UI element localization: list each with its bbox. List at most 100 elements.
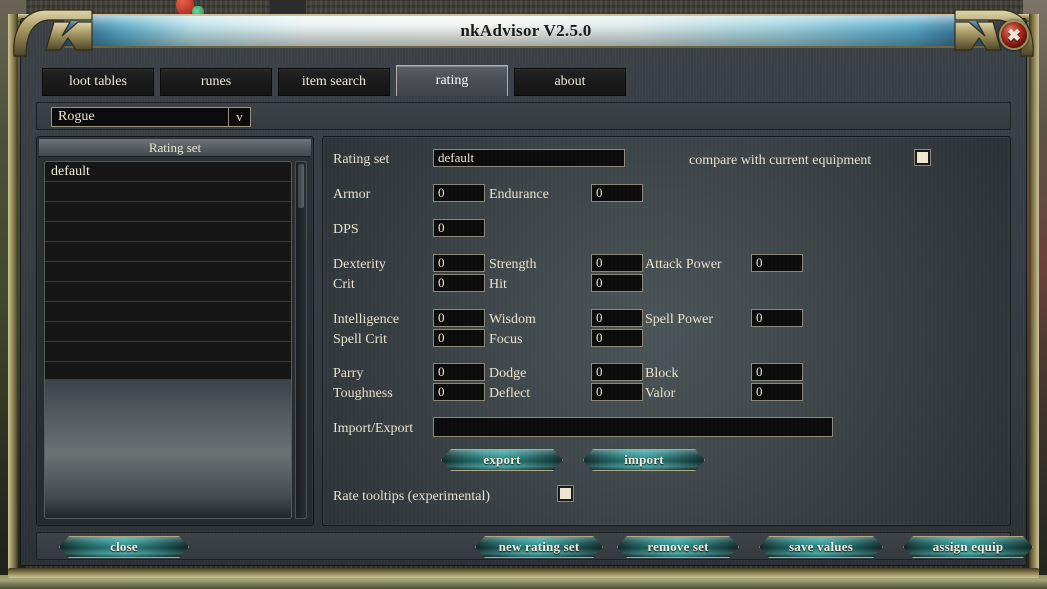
label-rate-tooltips: Rate tooltips (experimental) [333, 489, 491, 504]
rating-set-panel: Rating set default [36, 136, 314, 526]
rating-set-list-scrollbar[interactable] [295, 161, 307, 519]
rating-set-list-item[interactable] [45, 182, 291, 202]
deflect-input[interactable] [591, 383, 643, 401]
dodge-input[interactable] [591, 363, 643, 381]
tab-label: loot tables [69, 74, 127, 89]
frame-right-edge [1029, 14, 1039, 570]
class-dropdown[interactable]: Rogue v [51, 107, 251, 127]
label-toughness: Toughness [333, 386, 393, 401]
label-parry: Parry [333, 366, 364, 381]
remove-set-button[interactable]: remove set [617, 536, 739, 558]
rating-set-list-item[interactable] [45, 242, 291, 262]
tab-rating[interactable]: rating [396, 65, 508, 96]
label-endurance: Endurance [489, 187, 549, 202]
wisdom-input[interactable] [591, 309, 643, 327]
rating-set-list-item[interactable] [45, 222, 291, 242]
close-button[interactable]: close [59, 536, 189, 558]
frame-left-edge [8, 14, 18, 570]
rating-set-list-item[interactable]: default [45, 162, 291, 182]
frame-bottom-edge [8, 568, 1039, 578]
class-dropdown-value: Rogue [58, 109, 95, 124]
valor-input[interactable] [751, 383, 803, 401]
close-icon: ✖ [1006, 25, 1022, 45]
close-window-button[interactable]: ✖ [999, 20, 1029, 50]
save-values-button[interactable]: save values [759, 536, 883, 558]
endurance-input[interactable] [591, 184, 643, 202]
rating-set-list-item[interactable] [45, 202, 291, 222]
label-dexterity: Dexterity [333, 257, 386, 272]
import-button[interactable]: import [583, 449, 705, 471]
rating-set-list-item[interactable] [45, 322, 291, 342]
tab-item-search[interactable]: item search [278, 68, 390, 96]
label-rating-set: Rating set [333, 152, 390, 167]
label-spell-power: Spell Power [645, 312, 714, 327]
crit-input[interactable] [433, 274, 485, 292]
hit-input[interactable] [591, 274, 643, 292]
label-crit: Crit [333, 277, 355, 292]
export-button-label: export [483, 452, 521, 467]
window-content: loot tables runes item search rating abo… [22, 52, 1025, 564]
remove-set-button-label: remove set [647, 539, 709, 554]
tab-loot-tables[interactable]: loot tables [42, 68, 154, 96]
tab-runes[interactable]: runes [160, 68, 272, 96]
new-rating-set-button-label: new rating set [498, 539, 580, 554]
close-button-label: close [110, 539, 138, 554]
spell-power-input[interactable] [751, 309, 803, 327]
window-title: nkAdvisor V2.5.0 [460, 21, 592, 40]
rating-set-name-input[interactable] [433, 149, 625, 167]
screen: nkAdvisor V2.5.0 ✖ loot tables runes ite… [0, 0, 1047, 589]
tab-label: rating [435, 73, 469, 88]
tab-label: about [554, 74, 586, 89]
label-focus: Focus [489, 332, 523, 347]
rate-tooltips-checkbox[interactable] [558, 486, 573, 501]
tab-strip: loot tables runes item search rating abo… [42, 65, 626, 96]
compare-with-current-equipment-checkbox[interactable] [915, 150, 930, 165]
rating-set-panel-title: Rating set [39, 139, 311, 157]
label-deflect: Deflect [489, 386, 531, 401]
assign-equip-button-label: assign equip [932, 539, 1004, 554]
label-attack-power: Attack Power [645, 257, 722, 272]
label-wisdom: Wisdom [489, 312, 536, 327]
focus-input[interactable] [591, 329, 643, 347]
label-hit: Hit [489, 277, 507, 292]
label-spell-crit: Spell Crit [333, 332, 388, 347]
tab-label: runes [200, 74, 232, 89]
parry-input[interactable] [433, 363, 485, 381]
label-import-export: Import/Export [333, 421, 414, 436]
intelligence-input[interactable] [433, 309, 485, 327]
rating-set-list-item[interactable] [45, 282, 291, 302]
label-valor: Valor [645, 386, 676, 401]
label-block: Block [645, 366, 679, 381]
save-values-button-label: save values [789, 539, 853, 554]
label-intelligence: Intelligence [333, 312, 400, 327]
block-input[interactable] [751, 363, 803, 381]
new-rating-set-button[interactable]: new rating set [475, 536, 603, 558]
import-export-input[interactable] [433, 417, 833, 437]
dps-input[interactable] [433, 219, 485, 237]
title-bar: nkAdvisor V2.5.0 [64, 14, 988, 48]
addon-window: nkAdvisor V2.5.0 ✖ loot tables runes ite… [8, 4, 1039, 578]
class-selector-bar: Rogue v [36, 102, 1011, 130]
rating-set-list-item[interactable] [45, 302, 291, 322]
label-dodge: Dodge [489, 366, 527, 381]
strength-input[interactable] [591, 254, 643, 272]
tab-label: item search [301, 74, 367, 89]
export-button[interactable]: export [441, 449, 563, 471]
label-dps: DPS [333, 222, 359, 237]
tab-about[interactable]: about [514, 68, 626, 96]
dexterity-input[interactable] [433, 254, 485, 272]
assign-equip-button[interactable]: assign equip [903, 536, 1033, 558]
spell-crit-input[interactable] [433, 329, 485, 347]
armor-input[interactable] [433, 184, 485, 202]
footer-bar: close new rating set remove set save val… [36, 532, 1011, 560]
rating-form-panel: Rating set compare with current equipmen… [322, 136, 1011, 526]
label-armor: Armor [333, 187, 371, 202]
toughness-input[interactable] [433, 383, 485, 401]
rating-set-list-item[interactable] [45, 342, 291, 362]
rating-set-list-item[interactable] [45, 262, 291, 282]
label-strength: Strength [489, 257, 537, 272]
rating-set-list[interactable]: default [44, 161, 292, 519]
attack-power-input[interactable] [751, 254, 803, 272]
label-compare-with-current-equipment: compare with current equipment [689, 153, 872, 168]
import-button-label: import [624, 452, 664, 467]
